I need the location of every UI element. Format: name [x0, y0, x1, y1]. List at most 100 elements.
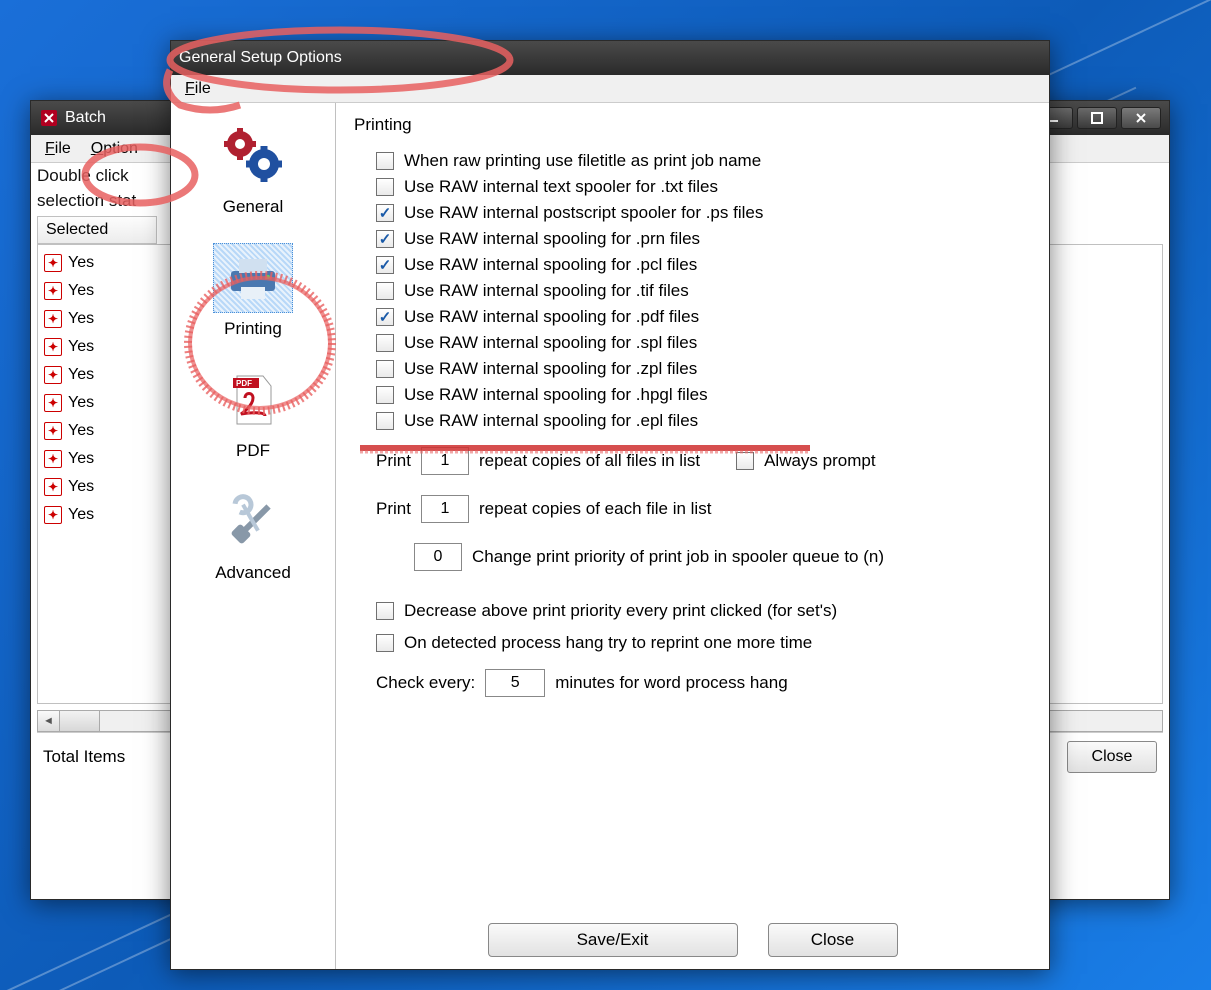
list-item-label: Yes: [68, 478, 94, 496]
pdf-file-icon: ✦: [44, 310, 62, 328]
list-item-label: Yes: [68, 282, 94, 300]
printing-settings-panel: Printing When raw printing use filetitle…: [336, 103, 1049, 969]
printing-option-checkbox[interactable]: [376, 282, 394, 300]
print-label-2: Print: [376, 499, 411, 519]
printing-option-checkbox[interactable]: [376, 308, 394, 326]
printing-option-label: Use RAW internal spooling for .spl files: [404, 333, 697, 353]
printing-option-label: Use RAW internal spooling for .tif files: [404, 281, 689, 301]
decrease-priority-checkbox[interactable]: [376, 602, 394, 620]
list-item-label: Yes: [68, 254, 94, 272]
copies-each-text: repeat copies of each file in list: [479, 499, 711, 519]
reprint-on-hang-checkbox[interactable]: [376, 634, 394, 652]
printer-icon: [213, 243, 293, 313]
sidebar-item-advanced[interactable]: Advanced: [171, 479, 335, 601]
save-exit-button[interactable]: Save/Exit: [488, 923, 738, 957]
printing-option-checkbox[interactable]: [376, 334, 394, 352]
options-dialog: General Setup Options File General: [170, 40, 1050, 970]
options-menubar: File: [171, 75, 1049, 103]
sidebar-item-printing[interactable]: Printing: [171, 235, 335, 357]
col-selected-header[interactable]: Selected: [37, 216, 157, 244]
printing-option-row: Use RAW internal spooling for .epl files: [376, 411, 1031, 431]
printing-option-label: Use RAW internal spooling for .pcl files: [404, 255, 697, 275]
decrease-priority-label: Decrease above print priority every prin…: [404, 601, 837, 621]
printing-option-label: Use RAW internal postscript spooler for …: [404, 203, 763, 223]
printing-option-checkbox[interactable]: [376, 360, 394, 378]
group-printing-label: Printing: [354, 115, 1031, 135]
gears-icon: [213, 121, 293, 191]
check-every-suffix: minutes for word process hang: [555, 673, 787, 693]
category-side-panel: General Printing: [171, 103, 336, 969]
list-item-label: Yes: [68, 394, 94, 412]
list-item-label: Yes: [68, 338, 94, 356]
printing-option-checkbox[interactable]: [376, 178, 394, 196]
printing-option-label: Use RAW internal spooling for .prn files: [404, 229, 700, 249]
list-item-label: Yes: [68, 422, 94, 440]
check-every-input[interactable]: [485, 669, 545, 697]
pdf-file-icon: ✦: [44, 478, 62, 496]
pdf-file-icon: ✦: [44, 366, 62, 384]
pdf-file-icon: ✦: [44, 422, 62, 440]
batch-app-icon: [39, 108, 59, 128]
pdf-file-icon: ✦: [44, 282, 62, 300]
priority-input[interactable]: [414, 543, 462, 571]
printing-option-checkbox[interactable]: [376, 152, 394, 170]
printing-option-checkbox[interactable]: [376, 204, 394, 222]
printing-option-checkbox[interactable]: [376, 412, 394, 430]
batch-close-button[interactable]: Close: [1067, 741, 1157, 773]
copies-each-input[interactable]: [421, 495, 469, 523]
pdf-file-icon: ✦: [44, 506, 62, 524]
sidebar-label-pdf: PDF: [175, 441, 331, 461]
print-label-1: Print: [376, 451, 411, 471]
printing-option-label: Use RAW internal spooling for .epl files: [404, 411, 698, 431]
pdf-file-icon: ✦: [44, 450, 62, 468]
svg-text:PDF: PDF: [236, 379, 252, 388]
printing-option-row: When raw printing use filetitle as print…: [376, 151, 1031, 171]
printing-option-row: Use RAW internal spooling for .pcl files: [376, 255, 1031, 275]
close-button[interactable]: [1121, 107, 1161, 129]
printing-option-checkbox[interactable]: [376, 256, 394, 274]
list-item-label: Yes: [68, 310, 94, 328]
scroll-left-icon[interactable]: ◄: [38, 711, 60, 731]
tools-icon: [213, 487, 293, 557]
sidebar-label-printing: Printing: [175, 319, 331, 339]
sidebar-item-general[interactable]: General: [171, 113, 335, 235]
maximize-button[interactable]: [1077, 107, 1117, 129]
reprint-on-hang-label: On detected process hang try to reprint …: [404, 633, 812, 653]
check-every-label: Check every:: [376, 673, 475, 693]
list-item-label: Yes: [68, 506, 94, 524]
pdf-icon: PDF: [213, 365, 293, 435]
printing-option-label: Use RAW internal spooling for .pdf files: [404, 307, 699, 327]
options-close-button[interactable]: Close: [768, 923, 898, 957]
printing-option-label: Use RAW internal spooling for .zpl files: [404, 359, 697, 379]
menu-file[interactable]: File: [35, 138, 81, 160]
printing-option-label: When raw printing use filetitle as print…: [404, 151, 761, 171]
list-item-label: Yes: [68, 450, 94, 468]
menu-options[interactable]: Option: [81, 138, 148, 160]
copies-all-input[interactable]: [421, 447, 469, 475]
total-items-label: Total Items: [43, 747, 125, 767]
sidebar-label-advanced: Advanced: [175, 563, 331, 583]
options-menu-file[interactable]: File: [175, 78, 221, 100]
printing-option-row: Use RAW internal spooling for .hpgl file…: [376, 385, 1031, 405]
sidebar-item-pdf[interactable]: PDF PDF: [171, 357, 335, 479]
options-titlebar[interactable]: General Setup Options: [171, 41, 1049, 75]
pdf-file-icon: ✦: [44, 254, 62, 272]
pdf-file-icon: ✦: [44, 338, 62, 356]
printing-option-row: Use RAW internal text spooler for .txt f…: [376, 177, 1031, 197]
options-title-text: General Setup Options: [179, 49, 1041, 67]
printing-option-checkbox[interactable]: [376, 386, 394, 404]
list-item-label: Yes: [68, 366, 94, 384]
printing-option-row: Use RAW internal spooling for .pdf files: [376, 307, 1031, 327]
scroll-thumb[interactable]: [60, 711, 100, 731]
printing-option-label: Use RAW internal text spooler for .txt f…: [404, 177, 718, 197]
printing-option-row: Use RAW internal spooling for .prn files: [376, 229, 1031, 249]
priority-text: Change print priority of print job in sp…: [472, 547, 884, 567]
printing-option-row: Use RAW internal spooling for .tif files: [376, 281, 1031, 301]
pdf-file-icon: ✦: [44, 394, 62, 412]
printing-option-row: Use RAW internal spooling for .spl files: [376, 333, 1031, 353]
always-prompt-checkbox[interactable]: [736, 452, 754, 470]
printing-option-label: Use RAW internal spooling for .hpgl file…: [404, 385, 708, 405]
copies-all-text: repeat copies of all files in list: [479, 451, 700, 471]
printing-option-checkbox[interactable]: [376, 230, 394, 248]
sidebar-label-general: General: [175, 197, 331, 217]
